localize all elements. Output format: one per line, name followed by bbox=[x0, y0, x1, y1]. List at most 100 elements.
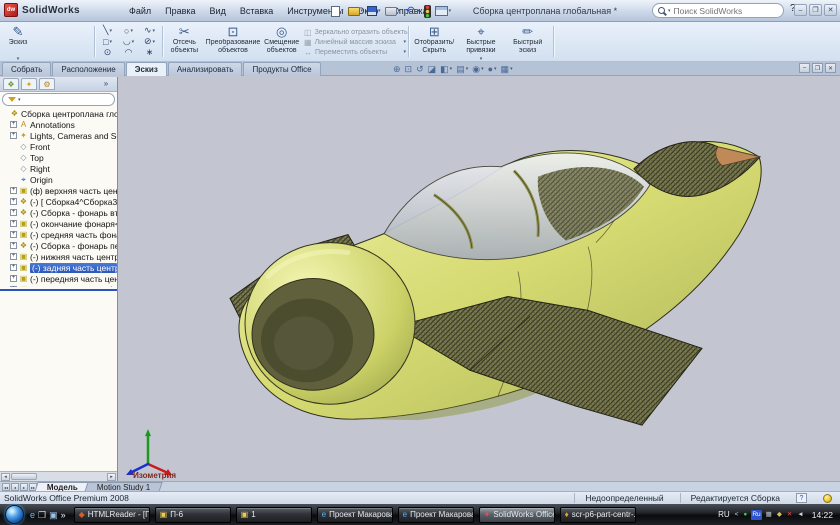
window-switcher-icon[interactable]: ▣ bbox=[49, 507, 58, 523]
tree-item[interactable]: ◇ Right bbox=[0, 163, 117, 174]
dropdown-caret-icon[interactable]: ▾ bbox=[450, 66, 453, 72]
expander-icon[interactable]: + bbox=[10, 187, 17, 194]
dropdown-caret-icon[interactable]: ▾ bbox=[109, 39, 112, 45]
sketch-entity-icon[interactable]: □▾ bbox=[97, 36, 118, 47]
dropdown-caret-icon[interactable]: ▾ bbox=[403, 39, 406, 45]
tree-item[interactable]: ⌖ Origin bbox=[0, 174, 117, 185]
move-entities-button[interactable]: ↔ Переместить объекты ▾ bbox=[304, 47, 406, 57]
appearances-icon[interactable]: ●▾ bbox=[488, 64, 497, 74]
task-ie-project-2[interactable]: e Проект Макарова... bbox=[398, 507, 474, 523]
task-folder-1[interactable]: ▣ 1 bbox=[236, 507, 312, 523]
quicklaunch-overflow-icon[interactable]: » bbox=[61, 507, 66, 523]
dropdown-caret-icon[interactable]: ▾ bbox=[153, 28, 156, 34]
sketch-entity-icon[interactable]: ⊘▾ bbox=[139, 36, 160, 47]
trim-entities-button[interactable]: ✂ Отсечь объекты ▾ bbox=[164, 24, 205, 55]
dropdown-caret-icon[interactable]: ▾ bbox=[341, 8, 344, 14]
expander-icon[interactable]: + bbox=[10, 242, 17, 249]
tab-scroll-right-icon[interactable]: ▸ bbox=[20, 483, 28, 491]
tray-shield-icon[interactable]: ◆ bbox=[776, 510, 783, 520]
tree-item[interactable]: + ✦ Lights, Cameras and Scene bbox=[0, 130, 117, 141]
tray-agent-icon[interactable]: ● bbox=[742, 510, 748, 520]
tray-network-error-icon[interactable]: ✕ bbox=[786, 510, 793, 520]
dropdown-caret-icon[interactable]: ▾ bbox=[481, 66, 484, 72]
open-icon[interactable]: ▾ bbox=[347, 3, 365, 19]
expander-icon[interactable]: + bbox=[10, 209, 17, 216]
command-tab[interactable]: Эскиз bbox=[126, 62, 167, 76]
save-icon[interactable]: ▾ bbox=[366, 3, 382, 19]
show-desktop-icon[interactable]: ❐ bbox=[38, 507, 46, 523]
tab-scroll-left-icon[interactable]: ◂ bbox=[11, 483, 19, 491]
doc-tab[interactable]: Модель bbox=[34, 482, 90, 492]
display-style-icon[interactable]: ◧▾ bbox=[440, 64, 452, 75]
restore-button[interactable]: ❐ bbox=[809, 4, 822, 16]
mirror-entities-button[interactable]: ◫ Зеркально отразить объекты ▾ bbox=[304, 27, 406, 37]
doc-close-button[interactable]: ✕ bbox=[825, 63, 836, 73]
scrollbar-thumb[interactable] bbox=[11, 473, 37, 480]
language-indicator[interactable]: RU bbox=[718, 510, 730, 519]
view-orientation-icon[interactable]: ▤▾ bbox=[456, 64, 468, 75]
configurationmanager-tab[interactable]: ⚙ bbox=[39, 78, 55, 90]
clock[interactable]: 14:22 bbox=[812, 510, 833, 520]
sketch-entity-icon[interactable]: ╲▾ bbox=[97, 25, 118, 36]
scene-icon[interactable]: ▦▾ bbox=[501, 64, 513, 75]
graphics-viewport[interactable]: *Изометрия bbox=[118, 77, 840, 481]
display-relations-button[interactable]: ⊞ Отобразить/Скрыть взаимосвязи ▾ bbox=[411, 24, 458, 63]
tree-item[interactable]: ❖ Сборка центроплана глобальная bbox=[0, 108, 117, 119]
dropdown-caret-icon[interactable]: ▾ bbox=[378, 8, 381, 14]
expander-icon[interactable]: + bbox=[10, 275, 17, 282]
tree-item[interactable]: + ▣ (-) передняя часть центропл bbox=[0, 273, 117, 284]
sketch-entity-icon[interactable]: ∿▾ bbox=[139, 25, 160, 36]
command-tab[interactable]: Собрать bbox=[2, 62, 51, 76]
menu-item[interactable]: Вид bbox=[203, 6, 233, 16]
tree-item[interactable]: + ▣ (-) средняя часть фонаря<1> bbox=[0, 229, 117, 240]
section-view-icon[interactable]: ◪▾ bbox=[428, 64, 437, 75]
tree-filter-box[interactable]: ▾ bbox=[2, 93, 115, 106]
search-scope-caret-icon[interactable]: ▾ bbox=[668, 8, 671, 14]
panel-horizontal-scrollbar[interactable]: ◂ ▸ bbox=[0, 471, 117, 481]
tray-collapse-icon[interactable]: < bbox=[734, 510, 740, 520]
doc-minimize-button[interactable]: – bbox=[799, 63, 810, 73]
dropdown-caret-icon[interactable]: ▾ bbox=[403, 49, 406, 55]
sketch-entity-icon[interactable]: ◠▾ bbox=[118, 47, 139, 58]
tray-lang-icon[interactable]: Ru bbox=[751, 510, 761, 520]
task-ie-project-1[interactable]: e Проект Макарова... bbox=[317, 507, 393, 523]
zoom-fit-icon[interactable]: ⊕▾ bbox=[393, 64, 401, 75]
menu-item[interactable]: Правка bbox=[158, 6, 202, 16]
task-scr-part[interactable]: ♦ scr-p6-part-centr-... bbox=[560, 507, 636, 523]
tree-item[interactable]: + ❖ (-) Сборка - фонарь второго bbox=[0, 207, 117, 218]
filter-caret-icon[interactable]: ▾ bbox=[18, 97, 21, 103]
featuremanager-tab[interactable]: ❖ bbox=[3, 78, 19, 90]
dropdown-caret-icon[interactable]: ▾ bbox=[466, 66, 469, 72]
task-solidworks[interactable]: ✦ SolidWorks Office ... bbox=[479, 507, 555, 523]
command-tab[interactable]: Продукты Office bbox=[243, 62, 320, 76]
sketch-entity-icon[interactable]: ⊙▾ bbox=[97, 47, 118, 58]
dropdown-caret-icon[interactable]: ▾ bbox=[494, 66, 497, 72]
tree-item[interactable]: + ▣ (-) носик носового обтекател bbox=[0, 284, 117, 287]
dropdown-caret-icon[interactable]: ▾ bbox=[417, 8, 420, 14]
quick-tips-icon[interactable]: ? bbox=[796, 493, 807, 503]
menu-item[interactable]: Вставка bbox=[233, 6, 280, 16]
rotate-view-icon[interactable]: ↺▾ bbox=[416, 64, 424, 75]
quick-snaps-button[interactable]: ⌖ Быстрые привязки ▾ bbox=[458, 24, 505, 63]
linear-pattern-button[interactable]: ▦ Линейный массив эскиза ▾ bbox=[304, 37, 406, 47]
convert-entities-button[interactable]: ⊡ Преобразование объектов ▾ bbox=[205, 24, 262, 55]
task-folder-p6[interactable]: ▣ П-6 bbox=[155, 507, 231, 523]
dropdown-caret-icon[interactable]: ▾ bbox=[398, 8, 401, 14]
dropdown-caret-icon[interactable]: ▾ bbox=[109, 28, 112, 34]
task-htmlreader[interactable]: ◆ HTMLReader - [П... bbox=[74, 507, 150, 523]
ie-quicklaunch-icon[interactable]: e bbox=[30, 507, 35, 523]
hide-show-items-icon[interactable]: ◉▾ bbox=[472, 64, 483, 75]
dropdown-caret-icon[interactable]: ▾ bbox=[132, 39, 135, 45]
doc-restore-button[interactable]: ❐ bbox=[812, 63, 823, 73]
doc-tab[interactable]: Motion Study 1 bbox=[84, 482, 163, 492]
dropdown-caret-icon[interactable]: ▾ bbox=[130, 28, 133, 34]
dropdown-caret-icon[interactable]: ▾ bbox=[153, 39, 156, 45]
tray-volume-icon[interactable]: ◄ bbox=[796, 510, 804, 520]
tree-item[interactable]: + ▣ (-) нижняя часть центроплан bbox=[0, 251, 117, 262]
tree-item[interactable]: ◇ Top bbox=[0, 152, 117, 163]
new-document-icon[interactable]: ▾ bbox=[330, 3, 345, 19]
sketch-entity-icon[interactable]: ◡▾ bbox=[118, 36, 139, 47]
propertymanager-tab[interactable]: ✦ bbox=[21, 78, 37, 90]
expander-icon[interactable]: + bbox=[10, 121, 17, 128]
search-box[interactable]: ▾ bbox=[652, 3, 784, 18]
